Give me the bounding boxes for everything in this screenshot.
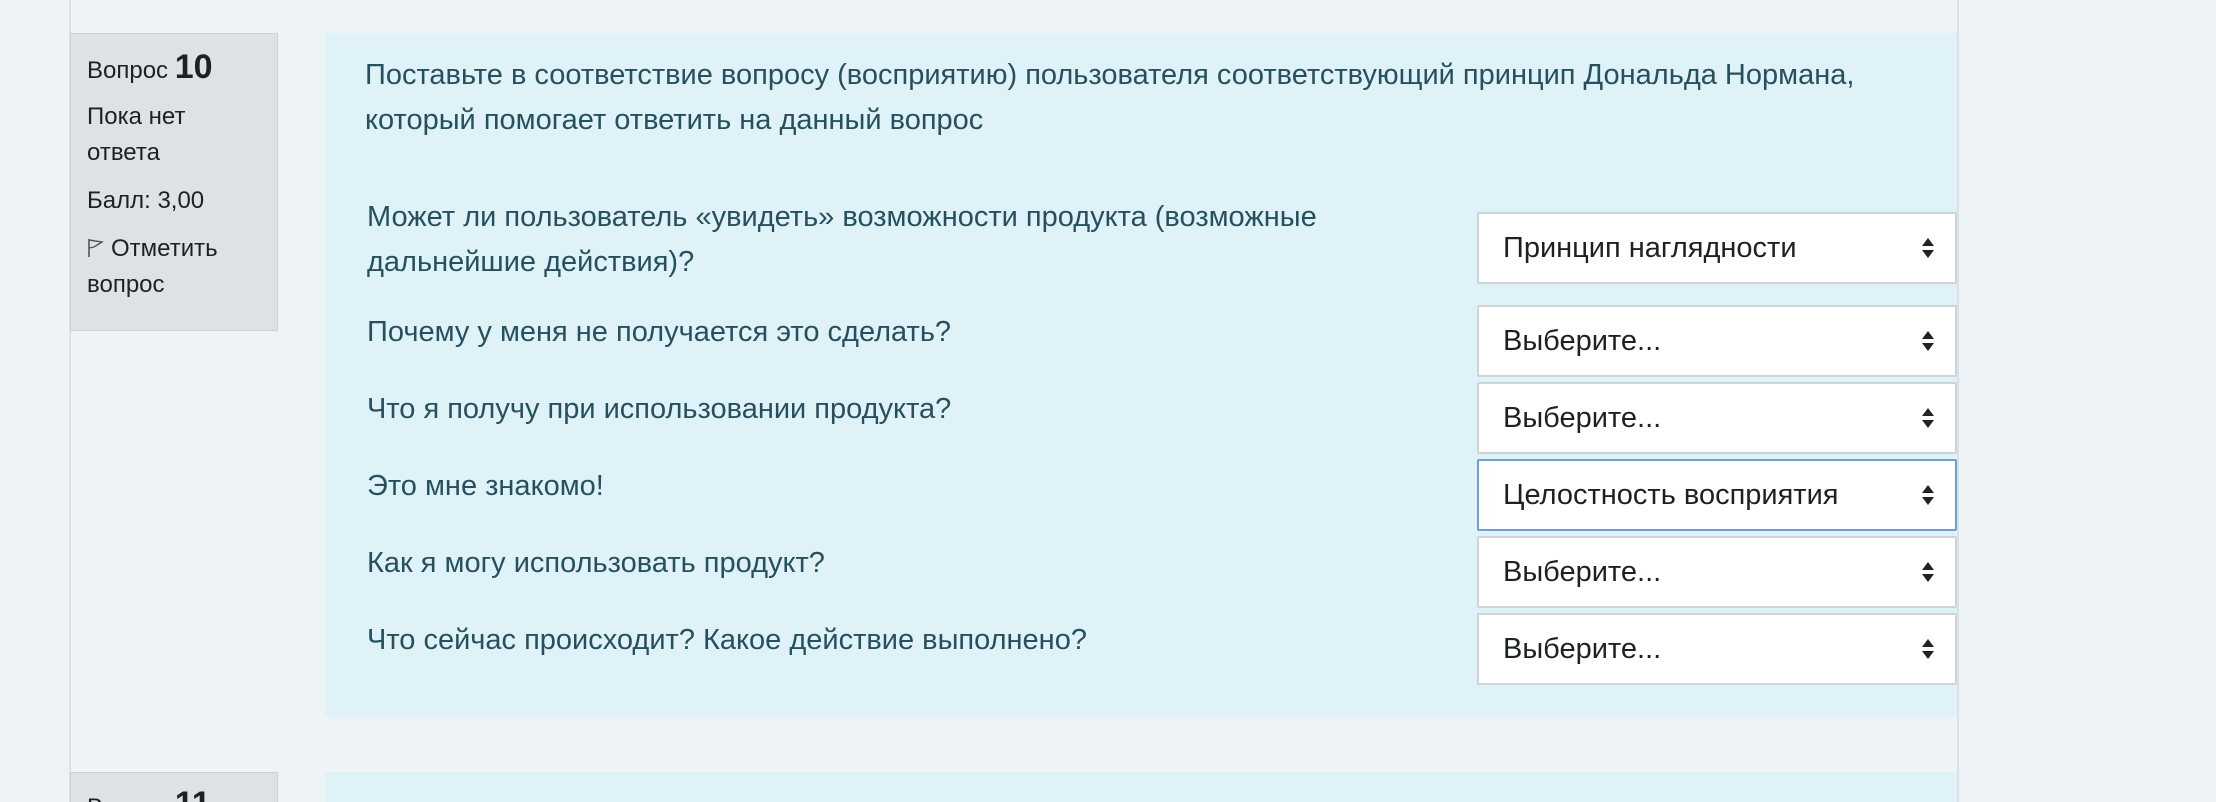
match-row-label: Это мне знакомо! [367,470,604,502]
select-arrows-icon [1922,238,1934,258]
match-select-value: Принцип наглядности [1503,232,1797,264]
match-select-value: Выберите... [1503,556,1662,588]
question-number-label: Вопрос [87,57,169,84]
question-number: Вопрос 10 [87,48,261,87]
question-info-panel: Вопрос 10 Пока нет ответа Балл: 3,00 Отм… [70,33,278,331]
select-arrows-icon [1922,331,1934,351]
match-select[interactable]: Выберите... [1477,536,1957,608]
question-number-value: 10 [174,48,213,86]
match-select[interactable]: Принцип наглядности [1477,212,1957,284]
flag-icon [88,239,104,257]
match-select-value: Целостность восприятия [1503,479,1839,511]
match-select[interactable]: Выберите... [1477,305,1957,377]
match-row-label: Как я могу использовать продукт? [367,547,825,579]
select-arrows-icon [1922,485,1934,505]
select-arrows-icon [1922,562,1934,582]
next-question-number-label: Вопрос [87,794,168,802]
match-select-value: Выберите... [1503,633,1662,665]
match-select-value: Выберите... [1503,325,1662,357]
right-divider [1957,0,1959,802]
next-question-content [325,772,1957,802]
next-question-info-panel: Вопрос 11 [70,772,278,802]
select-arrows-icon [1922,639,1934,659]
flag-question-link[interactable]: Отметить вопрос [87,231,261,303]
match-row-label: Почему у меня не получается это сделать? [367,316,952,348]
match-row-label: Что я получу при использовании продукта? [367,393,952,425]
question-content: Поставьте в соответствие вопросу (воспри… [325,33,1957,717]
question-state: Пока нет ответа [87,103,186,166]
flag-question-label: Отметить вопрос [87,235,218,298]
match-select[interactable]: Целостность восприятия [1477,459,1957,531]
question-text: Поставьте в соответствие вопросу (воспри… [365,59,1855,136]
match-select-value: Выберите... [1503,402,1662,434]
match-select[interactable]: Выберите... [1477,382,1957,454]
match-row-label: Может ли пользователь «увидеть» возможно… [367,201,1317,278]
question-grade: Балл: 3,00 [87,187,205,214]
match-row-label: Что сейчас происходит? Какое действие вы… [367,624,1087,656]
match-select[interactable]: Выберите... [1477,613,1957,685]
next-question-number-value: 11 [175,785,211,802]
select-arrows-icon [1922,408,1934,428]
quiz-page: Вопрос 10 Пока нет ответа Балл: 3,00 Отм… [0,0,2216,802]
